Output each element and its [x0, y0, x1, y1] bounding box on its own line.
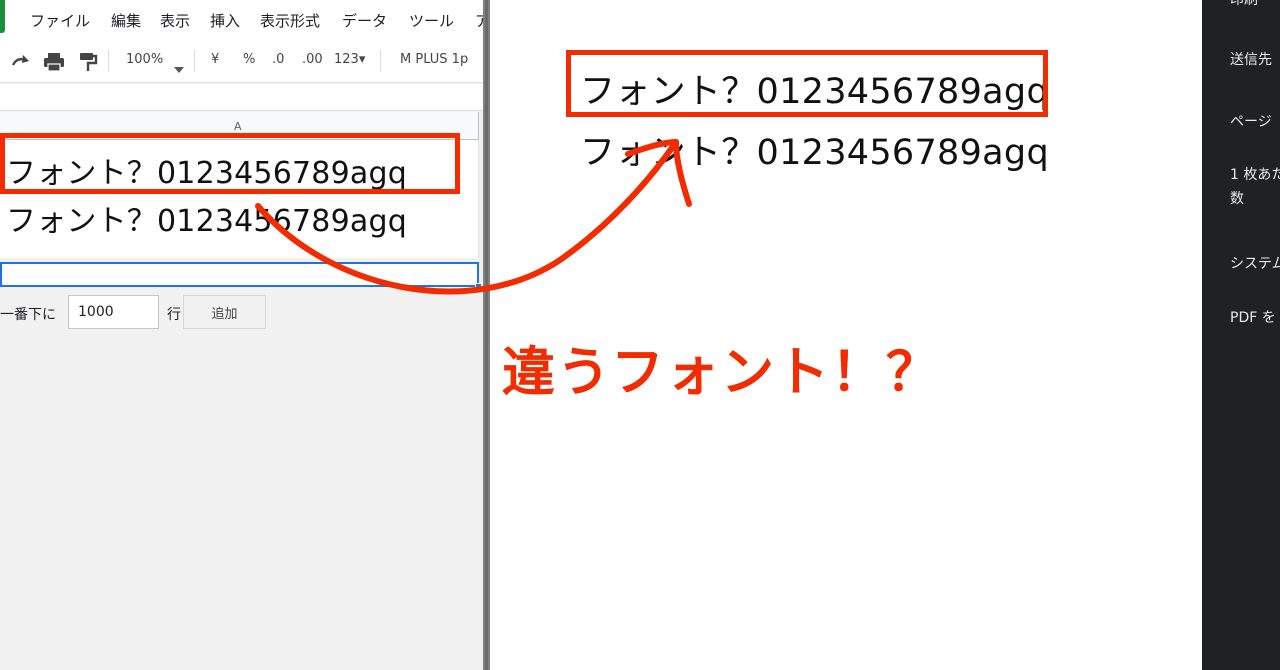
cell-a2[interactable]: フォント？0123456789agq: [6, 196, 407, 240]
add-rows-control: 一番下に 行 追加: [0, 295, 483, 329]
menu-file[interactable]: ファイル: [30, 10, 90, 31]
annotation-box-preview: [566, 50, 1048, 117]
toolbar-divider: [380, 50, 381, 72]
decrease-decimal-button[interactable]: .0: [272, 52, 284, 67]
open-pdf-link[interactable]: PDF を: [1230, 306, 1276, 330]
selected-cell[interactable]: [0, 262, 482, 290]
menu-insert[interactable]: 挿入: [210, 10, 240, 31]
print-title: 印刷: [1230, 0, 1258, 8]
percent-button[interactable]: %: [243, 52, 255, 67]
sheets-logo-icon[interactable]: [0, 0, 5, 33]
pages-per-sheet-label: 1 枚あた: [1230, 167, 1280, 183]
annotation-box-sheet: [0, 133, 460, 194]
menu-format[interactable]: 表示形式: [260, 10, 320, 31]
toolbar: 100% ¥ % .0 .00 123▾ M PLUS 1p: [0, 40, 483, 83]
currency-button[interactable]: ¥: [211, 52, 219, 67]
print-settings-panel: 印刷 送信先 ページ 1 枚あた 数 システム PDF を: [1202, 0, 1280, 670]
menu-addons[interactable]: ア: [475, 10, 483, 31]
menu-view[interactable]: 表示: [160, 10, 190, 31]
destination-label: 送信先: [1230, 52, 1272, 68]
increase-decimal-button[interactable]: .00: [302, 52, 323, 67]
preview-line-2: フォント？0123456789agq: [580, 133, 1049, 173]
toolbar-divider: [194, 50, 195, 72]
system-dialog-link[interactable]: システム: [1230, 252, 1280, 276]
add-rows-button[interactable]: 追加: [183, 295, 266, 329]
fill-handle[interactable]: [475, 283, 482, 290]
toolbar-divider: [108, 50, 109, 72]
menu-tools[interactable]: ツール: [409, 10, 454, 31]
font-select[interactable]: M PLUS 1p: [400, 52, 468, 67]
pages-label: ページ: [1230, 114, 1272, 130]
print-icon[interactable]: [43, 52, 65, 76]
formula-bar[interactable]: [0, 84, 483, 111]
number-format-button[interactable]: 123▾: [334, 52, 365, 67]
menu-edit[interactable]: 編集: [111, 10, 141, 31]
add-rows-suffix: 行: [167, 307, 181, 323]
menu-bar: ファイル 編集 表示 挿入 表示形式 データ ツール ア: [0, 0, 483, 40]
chevron-down-icon[interactable]: [174, 58, 184, 77]
spreadsheet-window: ファイル 編集 表示 挿入 表示形式 データ ツール ア 100% ¥ % .0…: [0, 0, 483, 670]
column-header-label: A: [234, 120, 242, 133]
annotation-caption: 違うフォント！？: [502, 342, 941, 403]
menu-data[interactable]: データ: [342, 10, 387, 31]
add-rows-count-input[interactable]: [68, 295, 159, 329]
window-divider: [483, 0, 490, 670]
redo-icon[interactable]: [10, 51, 32, 75]
zoom-select[interactable]: 100%: [126, 52, 163, 67]
paint-format-icon[interactable]: [78, 52, 98, 76]
pages-per-sheet-label-cont: 数: [1230, 191, 1244, 207]
add-rows-prefix: 一番下に: [0, 307, 56, 323]
